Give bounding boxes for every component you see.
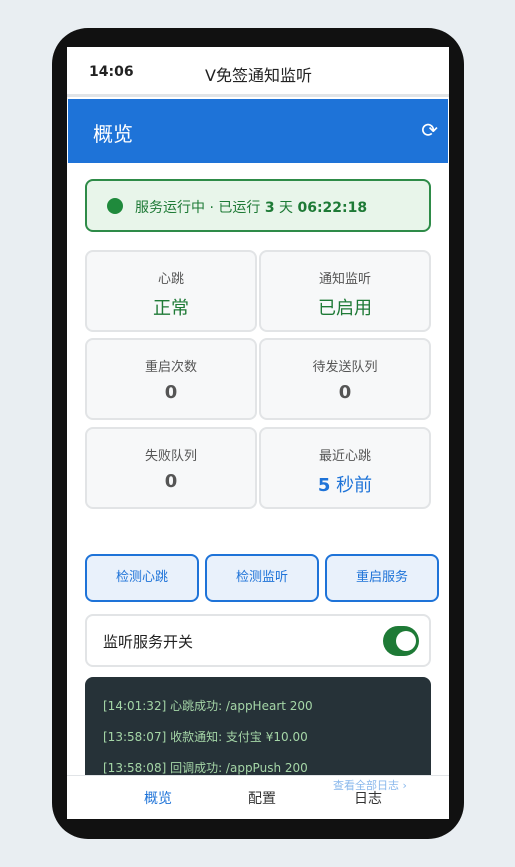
status-dot-icon — [107, 198, 123, 214]
card-label: 重启次数 — [144, 360, 197, 375]
card-failed-queue: 失败队列 0 — [85, 427, 257, 509]
service-status-banner: 服务运行中 · 已运行 3 天 06:22:18 — [85, 179, 431, 232]
card-label: 心跳 — [157, 272, 184, 287]
view-all-logs-link[interactable]: 查看全部日志 › — [333, 777, 407, 793]
card-value: 5 秒前 — [261, 471, 429, 497]
app-bar: 概览 ⟳ — [68, 99, 448, 163]
card-value: 0 — [164, 471, 178, 492]
card-label: 最近心跳 — [318, 449, 371, 464]
card-restart-count: 重启次数 0 — [85, 338, 257, 420]
check-listener-button[interactable]: 检测监听 — [205, 554, 319, 602]
card-value: 正常 — [153, 298, 189, 319]
status-prefix: 服务运行中 · 已运行 — [135, 200, 265, 216]
uptime-days: 3 — [264, 200, 275, 216]
nav-item-config[interactable]: 配置 — [248, 788, 276, 808]
last-heartbeat-seconds: 5 — [317, 475, 331, 496]
restart-service-button[interactable]: 重启服务 — [325, 554, 439, 602]
card-last-heartbeat: 最近心跳 5 秒前 — [259, 427, 431, 509]
status-time: 14:06 — [89, 64, 134, 80]
card-value: 已启用 — [318, 298, 372, 319]
last-heartbeat-unit: 秒前 — [330, 475, 373, 496]
card-label: 通知监听 — [318, 272, 371, 287]
app-screen: 14:06 V免签通知监听 概览 ⟳ 服务运行中 · 已运行 3 天 06:22… — [67, 47, 449, 819]
window-title: V免签通知监听 — [205, 66, 312, 85]
listener-switch-label: 监听服务开关 — [103, 633, 194, 651]
toggle-knob — [396, 631, 416, 651]
log-line: [13:58:07] 收款通知: 支付宝 ¥10.00 — [103, 730, 308, 744]
card-label: 失败队列 — [144, 449, 197, 464]
card-label: 待发送队列 — [312, 360, 378, 375]
page-title: 概览 — [93, 122, 133, 146]
log-line: [14:01:32] 心跳成功: /appHeart 200 — [103, 699, 313, 713]
card-value: 0 — [338, 382, 352, 403]
card-notification-listener: 通知监听 已启用 — [259, 250, 431, 332]
check-heartbeat-button[interactable]: 检测心跳 — [85, 554, 199, 602]
log-panel: [14:01:32] 心跳成功: /appHeart 200 [13:58:07… — [85, 677, 431, 775]
listener-switch-row: 监听服务开关 — [85, 614, 431, 667]
refresh-icon[interactable]: ⟳ — [421, 118, 438, 142]
uptime-clock: 06:22:18 — [297, 200, 368, 216]
listener-toggle[interactable] — [383, 626, 419, 656]
card-pending-queue: 待发送队列 0 — [259, 338, 431, 420]
uptime-days-unit: 天 — [274, 200, 298, 216]
nav-item-overview[interactable]: 概览 — [144, 788, 172, 808]
card-heartbeat: 心跳 正常 — [85, 250, 257, 332]
status-bar: 14:06 V免签通知监听 — [67, 47, 449, 97]
overview-content: 服务运行中 · 已运行 3 天 06:22:18 心跳 正常 通知监听 已启用 … — [67, 163, 449, 775]
card-value: 0 — [164, 382, 178, 403]
log-line: [13:58:08] 回调成功: /appPush 200 — [103, 761, 308, 775]
service-status-text: 服务运行中 · 已运行 3 天 06:22:18 — [135, 197, 367, 217]
